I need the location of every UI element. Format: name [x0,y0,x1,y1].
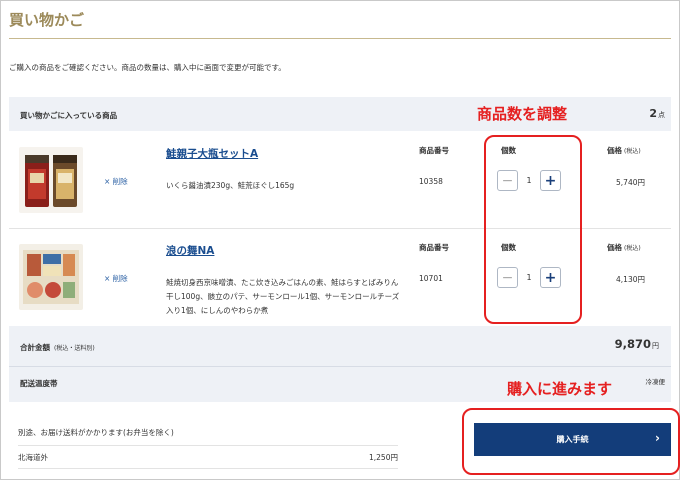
product-image[interactable] [19,147,83,213]
delivery-temp-value: 冷凍便 [645,378,666,386]
summary-divider [9,366,671,367]
col-code-label: 商品番号 [419,243,449,252]
qty-callout: 商品数を調整 [477,105,568,123]
col-code-label: 商品番号 [419,146,449,155]
shipping-divider [18,468,398,469]
shipping-divider [18,445,398,446]
product-image[interactable] [19,244,83,310]
total-label: 合計金額 (税込・送料別) [20,342,95,353]
cart-header: 買い物かごに入っている商品 2点 [9,97,671,131]
product-price: 4,130円 [616,275,645,284]
buy-callout: 購入に進みます [507,380,613,398]
col-price-label: 価格 (税込) [607,145,641,156]
total-label-note: (税込・送料別) [54,345,95,352]
cart-count-unit: 点 [658,111,665,119]
cart-header-label: 買い物かごに入っている商品 [20,111,118,120]
col-price-text: 価格 [607,146,622,155]
delete-button[interactable]: × 削除 [104,176,128,187]
delivery-temp-label: 配送温度帯 [20,379,58,388]
col-price-note: (税込) [624,245,641,252]
intro-text: ご購入の商品をご確認ください。商品の数量は、購入中に画面で変更が可能です。 [9,63,286,72]
total-label-text: 合計金額 [20,343,50,352]
product-name-link[interactable]: 鮭親子大瓶セットA [166,146,258,161]
delete-button[interactable]: × 削除 [104,273,128,284]
quantity-highlight-frame [484,135,582,324]
product-description: いくら醤油漬230g、鮭荒ほぐし165g [166,181,295,190]
product-code: 10358 [419,177,443,186]
shipping-region: 北海道外 [18,453,48,462]
shipping-note: 別途、お届け送料がかかります(お弁当を除く) [18,428,174,437]
cart-count-value: 2 [649,107,657,120]
product-code: 10701 [419,274,443,283]
col-price-label: 価格 (税込) [607,242,641,253]
total-amount-unit: 円 [652,342,659,350]
product-description: 鮭焼切身西京味噌漬、たこ炊き込みごはんの素、鮭はらすとばみりん干し100g、骸立… [166,278,400,315]
checkout-highlight-frame [462,408,680,475]
page-title: 買い物かご [9,11,85,29]
total-amount-value: 9,870 [614,337,651,351]
shipping-price: 1,250円 [369,453,398,462]
product-price: 5,740円 [616,178,645,187]
col-price-note: (税込) [624,148,641,155]
product-name-link[interactable]: 浪の舞NA [166,243,214,258]
title-divider [9,38,671,39]
cart-item-count: 2点 [649,107,665,120]
col-price-text: 価格 [607,243,622,252]
total-amount: 9,870円 [615,337,659,351]
